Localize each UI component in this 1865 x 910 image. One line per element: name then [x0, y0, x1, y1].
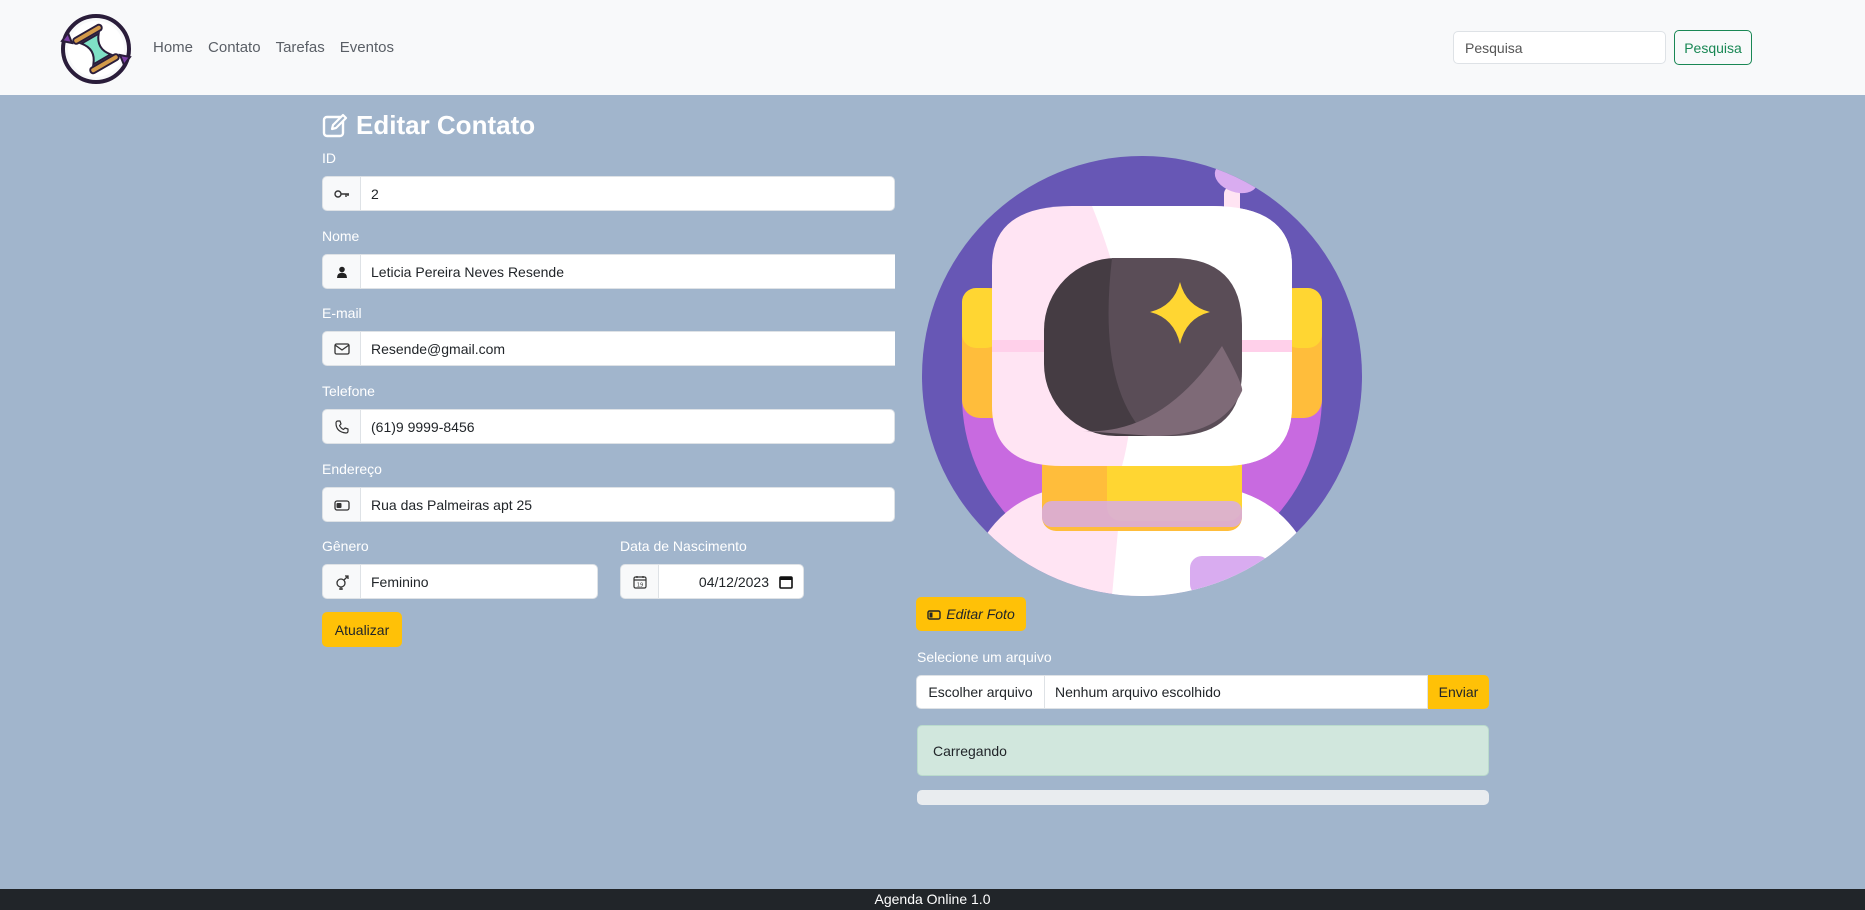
birth-field[interactable]: 04/12/2023 — [658, 564, 804, 599]
astronaut-avatar — [922, 156, 1362, 596]
footer: Agenda Online 1.0 — [0, 889, 1865, 910]
update-button[interactable]: Atualizar — [322, 612, 402, 647]
file-name-display[interactable]: Nenhum arquivo escolhido — [1045, 675, 1428, 709]
gender-group: Feminino — [322, 564, 598, 599]
nav-contato[interactable]: Contato — [208, 39, 261, 56]
navbar: Home Contato Tarefas Eventos Pesquisa — [0, 0, 1865, 95]
person-icon — [322, 254, 360, 289]
search-input[interactable] — [1453, 31, 1666, 64]
id-field[interactable]: 2 — [360, 176, 895, 211]
key-icon — [322, 176, 360, 211]
address-group: Rua das Palmeiras apt 25 — [322, 487, 895, 522]
gender-icon — [322, 564, 360, 599]
name-label: Nome — [322, 228, 360, 244]
send-button[interactable]: Enviar — [1428, 675, 1489, 709]
file-upload-group: Escolher arquivo Nenhum arquivo escolhid… — [916, 675, 1489, 709]
calendar-icon: 19 — [620, 564, 658, 599]
edit-icon — [322, 113, 348, 137]
status-alert: Carregando — [917, 725, 1489, 776]
calendar-picker-icon[interactable] — [779, 575, 793, 589]
status-text: Carregando — [933, 742, 1007, 759]
birth-label: Data de Nascimento — [620, 538, 747, 554]
upload-progress-bar — [917, 790, 1489, 805]
edit-photo-label: Editar Foto — [946, 606, 1015, 622]
address-label: Endereço — [322, 461, 382, 477]
email-label: E-mail — [322, 305, 362, 321]
phone-field[interactable]: (61)9 9999-8456 — [360, 409, 895, 444]
name-field[interactable]: Leticia Pereira Neves Resende — [360, 254, 895, 289]
gender-field[interactable]: Feminino — [360, 564, 598, 599]
birth-value: 04/12/2023 — [698, 573, 769, 590]
phone-label: Telefone — [322, 383, 375, 399]
choose-file-button[interactable]: Escolher arquivo — [916, 675, 1045, 709]
gender-label: Gênero — [322, 538, 369, 554]
file-label: Selecione um arquivo — [917, 649, 1052, 665]
phone-group: (61)9 9999-8456 — [322, 409, 895, 444]
nav-eventos[interactable]: Eventos — [340, 39, 394, 56]
footer-text: Agenda Online 1.0 — [874, 891, 991, 907]
hourglass-logo-icon[interactable] — [58, 11, 134, 87]
email-group: Resende@gmail.com — [322, 331, 895, 366]
id-group: 2 — [322, 176, 895, 211]
birth-group: 19 04/12/2023 — [620, 564, 804, 599]
address-field[interactable]: Rua das Palmeiras apt 25 — [360, 487, 895, 522]
id-label: ID — [322, 150, 336, 166]
mailbox-icon — [322, 487, 360, 522]
nav-tarefas[interactable]: Tarefas — [276, 39, 325, 56]
email-field[interactable]: Resende@gmail.com — [360, 331, 895, 366]
name-group: Leticia Pereira Neves Resende — [322, 254, 895, 289]
camera-icon — [927, 609, 941, 620]
nav-home[interactable]: Home — [153, 39, 193, 56]
page-title-text: Editar Contato — [356, 110, 536, 140]
edit-photo-button[interactable]: Editar Foto — [916, 597, 1026, 631]
svg-text:19: 19 — [636, 582, 642, 588]
search-button[interactable]: Pesquisa — [1674, 30, 1752, 65]
phone-icon — [322, 409, 360, 444]
envelope-icon — [322, 331, 360, 366]
page-title: Editar Contato — [322, 110, 535, 141]
